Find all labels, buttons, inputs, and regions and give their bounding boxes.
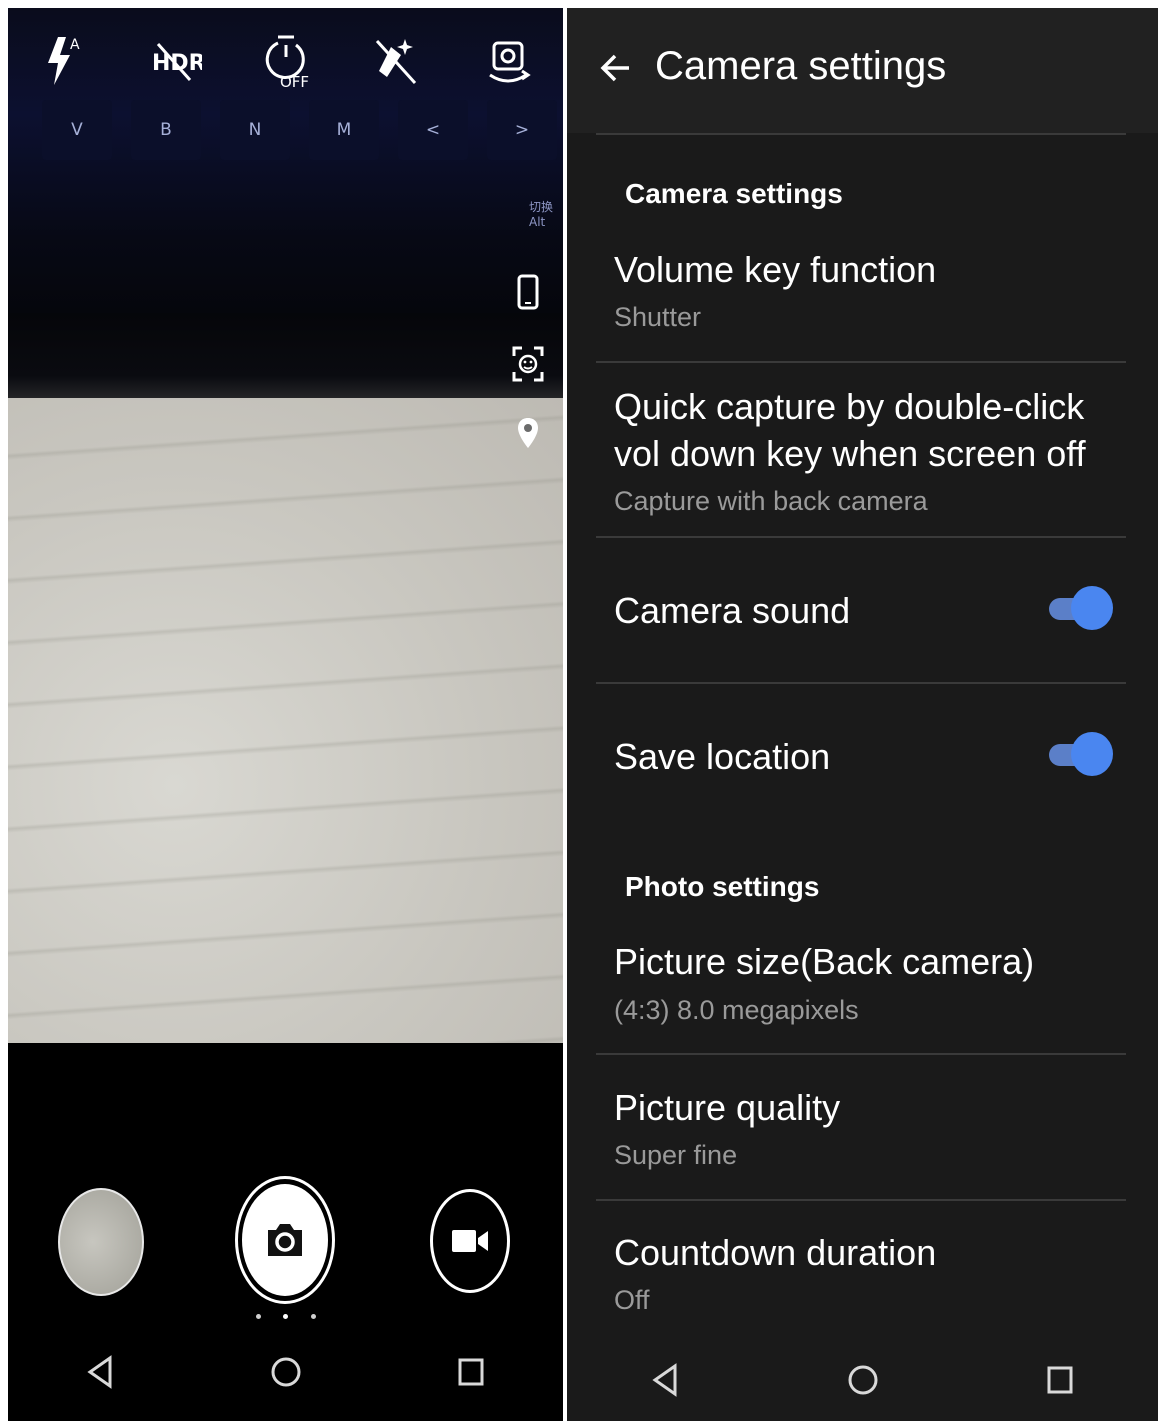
- flash-auto-label: A: [70, 37, 80, 53]
- divider: [596, 1199, 1126, 1201]
- divider: [596, 1053, 1126, 1055]
- setting-volume-key-title[interactable]: Volume key function: [614, 246, 1114, 293]
- camera-sound-toggle[interactable]: [1049, 586, 1113, 630]
- page-title: Camera settings: [655, 44, 947, 88]
- keyboard-label: 切换 Alt: [529, 200, 554, 229]
- recents-nav-button[interactable]: [378, 1342, 563, 1402]
- setting-camera-sound-title[interactable]: Camera sound: [614, 587, 1114, 634]
- nav-bar: [8, 1342, 563, 1402]
- mode-indicator: [248, 1311, 328, 1323]
- face-detect-icon[interactable]: [508, 342, 548, 386]
- divider: [596, 682, 1126, 684]
- desk-edge: [8, 313, 563, 403]
- phone-icon[interactable]: [508, 270, 548, 314]
- home-nav-button[interactable]: [193, 1342, 378, 1402]
- home-circle-icon: [848, 1365, 877, 1395]
- divider: [596, 361, 1126, 363]
- setting-quick-capture-value: Capture with back camera: [614, 486, 928, 516]
- shutter-inner: [242, 1184, 328, 1296]
- setting-quick-capture-title[interactable]: Quick capture by double-click vol down k…: [614, 383, 1114, 477]
- recents-nav-button[interactable]: [961, 1350, 1158, 1410]
- nav-bar: [567, 1350, 1158, 1410]
- quick-settings-bar: A HDR OFF: [8, 18, 563, 108]
- back-nav-button[interactable]: [8, 1342, 193, 1402]
- app-bar: Camera settings: [567, 8, 1158, 133]
- home-nav-button[interactable]: [764, 1350, 961, 1410]
- video-mode-button[interactable]: [430, 1189, 510, 1293]
- timer-off-icon[interactable]: OFF: [256, 26, 316, 96]
- setting-save-location-title[interactable]: Save location: [614, 733, 1114, 780]
- back-nav-button[interactable]: [567, 1350, 764, 1410]
- recents-square-icon: [1047, 1366, 1072, 1394]
- mode-dot: [311, 1314, 316, 1319]
- home-circle-icon: [271, 1357, 300, 1387]
- camera-screen: V B N M < > 切换 Alt A HDR: [8, 8, 563, 1421]
- switch-camera-icon[interactable]: [478, 26, 538, 96]
- setting-picture-size-value: (4:3) 8.0 megapixels: [614, 995, 859, 1025]
- key: N: [220, 100, 290, 160]
- section-header-photo: Photo settings: [625, 871, 820, 902]
- setting-volume-key-value: Shutter: [614, 302, 702, 332]
- section-header-camera: Camera settings: [625, 178, 843, 209]
- video-camera-icon: [452, 1230, 488, 1252]
- key: >: [487, 100, 557, 160]
- camera-icon: [268, 1224, 302, 1256]
- hdr-off-icon[interactable]: HDR: [144, 26, 204, 96]
- key: M: [309, 100, 379, 160]
- key: <: [398, 100, 468, 160]
- mode-dot-active: [283, 1314, 288, 1319]
- shutter-button[interactable]: [235, 1176, 335, 1304]
- toggle-knob: [1071, 732, 1113, 776]
- back-arrow-icon[interactable]: [595, 48, 635, 88]
- recents-square-icon: [458, 1358, 483, 1386]
- flash-auto-icon[interactable]: A: [34, 26, 94, 96]
- save-location-toggle[interactable]: [1049, 732, 1113, 776]
- camera-viewfinder[interactable]: V B N M < > 切换 Alt A HDR: [8, 8, 563, 1043]
- setting-countdown-title[interactable]: Countdown duration: [614, 1229, 1114, 1276]
- divider: [596, 133, 1126, 135]
- toggle-knob: [1071, 586, 1113, 630]
- back-triangle-icon: [86, 1355, 111, 1389]
- setting-picture-quality-value: Super fine: [614, 1140, 738, 1170]
- key: B: [131, 100, 201, 160]
- setting-countdown-value: Off: [614, 1285, 650, 1315]
- key: V: [42, 100, 112, 160]
- gallery-thumbnail[interactable]: [58, 1188, 144, 1296]
- divider: [596, 536, 1126, 538]
- setting-picture-size-title[interactable]: Picture size(Back camera): [614, 938, 1114, 985]
- settings-screen: Camera settings Camera settings Volume k…: [567, 8, 1158, 1421]
- location-pin-icon[interactable]: [508, 412, 548, 456]
- timer-off-label: OFF: [280, 73, 309, 91]
- back-triangle-icon: [651, 1363, 676, 1397]
- desk-surface: [8, 398, 563, 1043]
- setting-picture-quality-title[interactable]: Picture quality: [614, 1084, 1114, 1131]
- beauty-off-icon[interactable]: [366, 26, 426, 96]
- mode-dot: [256, 1314, 261, 1319]
- keyboard-row: V B N M < >: [8, 100, 563, 160]
